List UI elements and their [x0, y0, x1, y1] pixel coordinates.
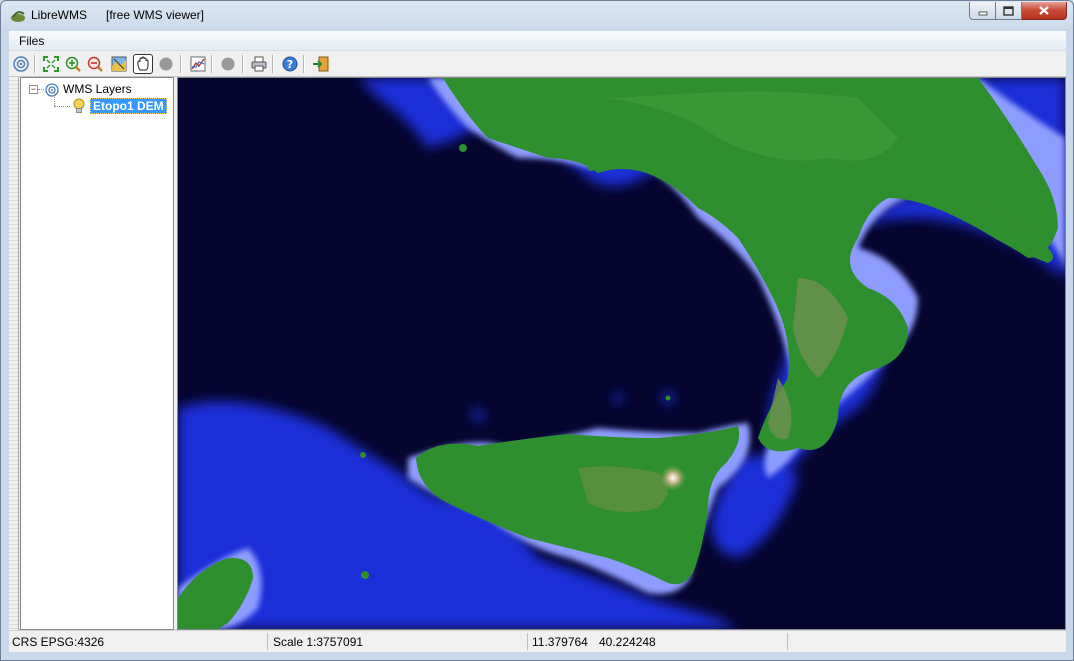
toolbar-separator [242, 55, 244, 73]
toolbar-separator [34, 55, 36, 73]
tree-connector [54, 106, 70, 107]
status-separator [787, 633, 788, 650]
toolbar-separator [272, 55, 274, 73]
status-scale: Scale 1:3757091 [273, 635, 364, 649]
wms-connect-button[interactable] [11, 54, 31, 74]
etna-summit [660, 465, 686, 491]
zoom-in-button[interactable] [63, 54, 83, 74]
svg-text:?: ? [287, 58, 293, 71]
status-latitude: 40.224248 [599, 635, 656, 649]
stop-button-1[interactable] [156, 54, 176, 74]
status-bar: CRS EPSG:4326 Scale 1:3757091 11.379764 … [9, 630, 1066, 652]
pan-tool-button[interactable] [133, 54, 153, 74]
zoom-in-icon [65, 56, 81, 72]
tree-node-wms-layers[interactable]: − WMS Layers [29, 81, 132, 97]
tree-node-etopo1-dem[interactable]: Etopo1 DEM [71, 97, 167, 115]
zoom-extent-button[interactable] [41, 54, 61, 74]
app-logo-icon [11, 11, 25, 22]
legend-chart-icon [190, 56, 206, 72]
status-longitude: 11.379764 [532, 635, 588, 649]
zoom-layer-button[interactable] [109, 54, 129, 74]
main-area: − WMS Layers Etopo1 DEM [9, 77, 1066, 630]
pan-hand-icon [137, 56, 149, 71]
toolbar-separator [180, 55, 182, 73]
zoom-out-button[interactable] [85, 54, 105, 74]
print-button[interactable] [249, 54, 269, 74]
status-separator [527, 633, 528, 650]
close-icon [1039, 6, 1049, 15]
tree-root-label: WMS Layers [63, 82, 132, 96]
help-icon: ? [282, 56, 298, 72]
map-view[interactable] [177, 77, 1066, 630]
elevation-map[interactable] [178, 78, 1065, 629]
dock-grip[interactable] [9, 77, 19, 630]
wms-server-icon [45, 83, 59, 97]
menu-files[interactable]: Files [17, 34, 46, 48]
record-button[interactable] [218, 54, 238, 74]
toolbar: ? [9, 51, 1066, 77]
title-bar[interactable]: LibreWMS [free WMS viewer] [1, 1, 1073, 30]
tree-layer-label: Etopo1 DEM [90, 98, 167, 114]
layer-tree[interactable]: − WMS Layers Etopo1 DEM [20, 77, 174, 630]
tree-connector [54, 93, 55, 106]
close-button[interactable] [1022, 2, 1067, 20]
legend-button[interactable] [188, 54, 208, 74]
toolbar-separator [303, 55, 305, 73]
window-title: LibreWMS [31, 8, 88, 22]
maximize-icon [1003, 5, 1014, 16]
zoom-extent-icon [43, 56, 59, 72]
record-icon [221, 57, 235, 71]
menu-bar: Files [9, 31, 1066, 51]
exit-icon [313, 56, 329, 72]
zoom-out-icon [87, 56, 103, 72]
zoom-layer-icon [111, 56, 127, 72]
collapse-toggle[interactable]: − [29, 84, 38, 94]
minimize-button[interactable] [969, 2, 996, 20]
window-subtitle: [free WMS viewer] [106, 8, 205, 22]
exit-button[interactable] [311, 54, 331, 74]
help-button[interactable]: ? [280, 54, 300, 74]
minimize-icon [978, 11, 987, 15]
lightbulb-icon[interactable] [71, 98, 87, 114]
print-icon [251, 56, 267, 72]
app-window: LibreWMS [free WMS viewer] Files ? − WMS… [0, 0, 1074, 661]
maximize-button[interactable] [996, 2, 1022, 20]
toolbar-separator [211, 55, 213, 73]
wms-connect-icon [13, 56, 29, 72]
status-separator [267, 633, 268, 650]
stop-icon [159, 57, 173, 71]
status-crs: CRS EPSG:4326 [12, 635, 105, 649]
window-controls [969, 2, 1067, 21]
